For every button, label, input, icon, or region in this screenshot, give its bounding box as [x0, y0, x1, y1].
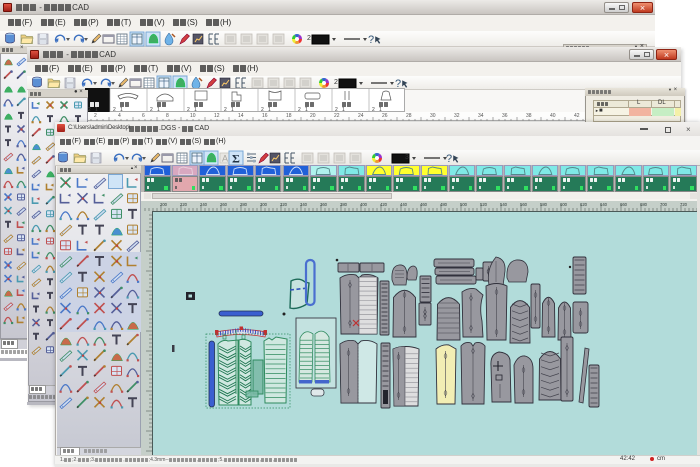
svg-text:280: 280: [240, 202, 248, 207]
svg-text:440: 440: [400, 202, 408, 207]
svg-text:32: 32: [454, 113, 460, 119]
svg-text:260: 260: [220, 202, 228, 207]
svg-text:240: 240: [200, 202, 208, 207]
svg-text:38: 38: [526, 113, 532, 119]
svg-text:580: 580: [540, 202, 548, 207]
svg-text:24: 24: [358, 113, 364, 119]
svg-text:380: 380: [340, 202, 348, 207]
svg-text:320: 320: [280, 202, 288, 207]
svg-text:4: 4: [118, 113, 121, 119]
svg-text:?: ?: [368, 34, 374, 46]
svg-text:640: 640: [600, 202, 608, 207]
svg-text:?: ?: [446, 153, 452, 165]
svg-text:460: 460: [420, 202, 428, 207]
svg-text:34: 34: [478, 113, 484, 119]
svg-text:40: 40: [550, 113, 556, 119]
svg-text:700: 700: [660, 202, 668, 207]
svg-text:500: 500: [460, 202, 468, 207]
svg-text:30: 30: [430, 113, 436, 119]
svg-text:200: 200: [160, 202, 168, 207]
svg-text:28: 28: [406, 113, 412, 119]
svg-text:8: 8: [166, 113, 169, 119]
svg-text:10: 10: [190, 113, 196, 119]
svg-text:A: A: [222, 154, 228, 164]
svg-text:Σ: Σ: [232, 152, 240, 166]
svg-text:18: 18: [286, 113, 292, 119]
svg-text:26: 26: [382, 113, 388, 119]
svg-text:480: 480: [440, 202, 448, 207]
svg-text:36: 36: [502, 113, 508, 119]
svg-text:14: 14: [238, 113, 244, 119]
svg-text:520: 520: [480, 202, 488, 207]
svg-text:360: 360: [320, 202, 328, 207]
svg-text:620: 620: [580, 202, 588, 207]
svg-text:720: 720: [680, 202, 688, 207]
svg-text:2: 2: [94, 113, 97, 119]
svg-text:540: 540: [500, 202, 508, 207]
svg-text:420: 420: [380, 202, 388, 207]
svg-text:400: 400: [360, 202, 368, 207]
svg-text:340: 340: [300, 202, 308, 207]
svg-text:600: 600: [560, 202, 568, 207]
svg-text:680: 680: [640, 202, 648, 207]
svg-text:6: 6: [142, 113, 145, 119]
svg-text:12: 12: [214, 113, 220, 119]
svg-text:220: 220: [180, 202, 188, 207]
svg-text:560: 560: [520, 202, 528, 207]
svg-text:300: 300: [260, 202, 268, 207]
svg-text:42: 42: [574, 113, 580, 119]
svg-text:660: 660: [620, 202, 628, 207]
svg-text:20: 20: [310, 113, 316, 119]
svg-text:22: 22: [334, 113, 340, 119]
svg-text:16: 16: [262, 113, 268, 119]
